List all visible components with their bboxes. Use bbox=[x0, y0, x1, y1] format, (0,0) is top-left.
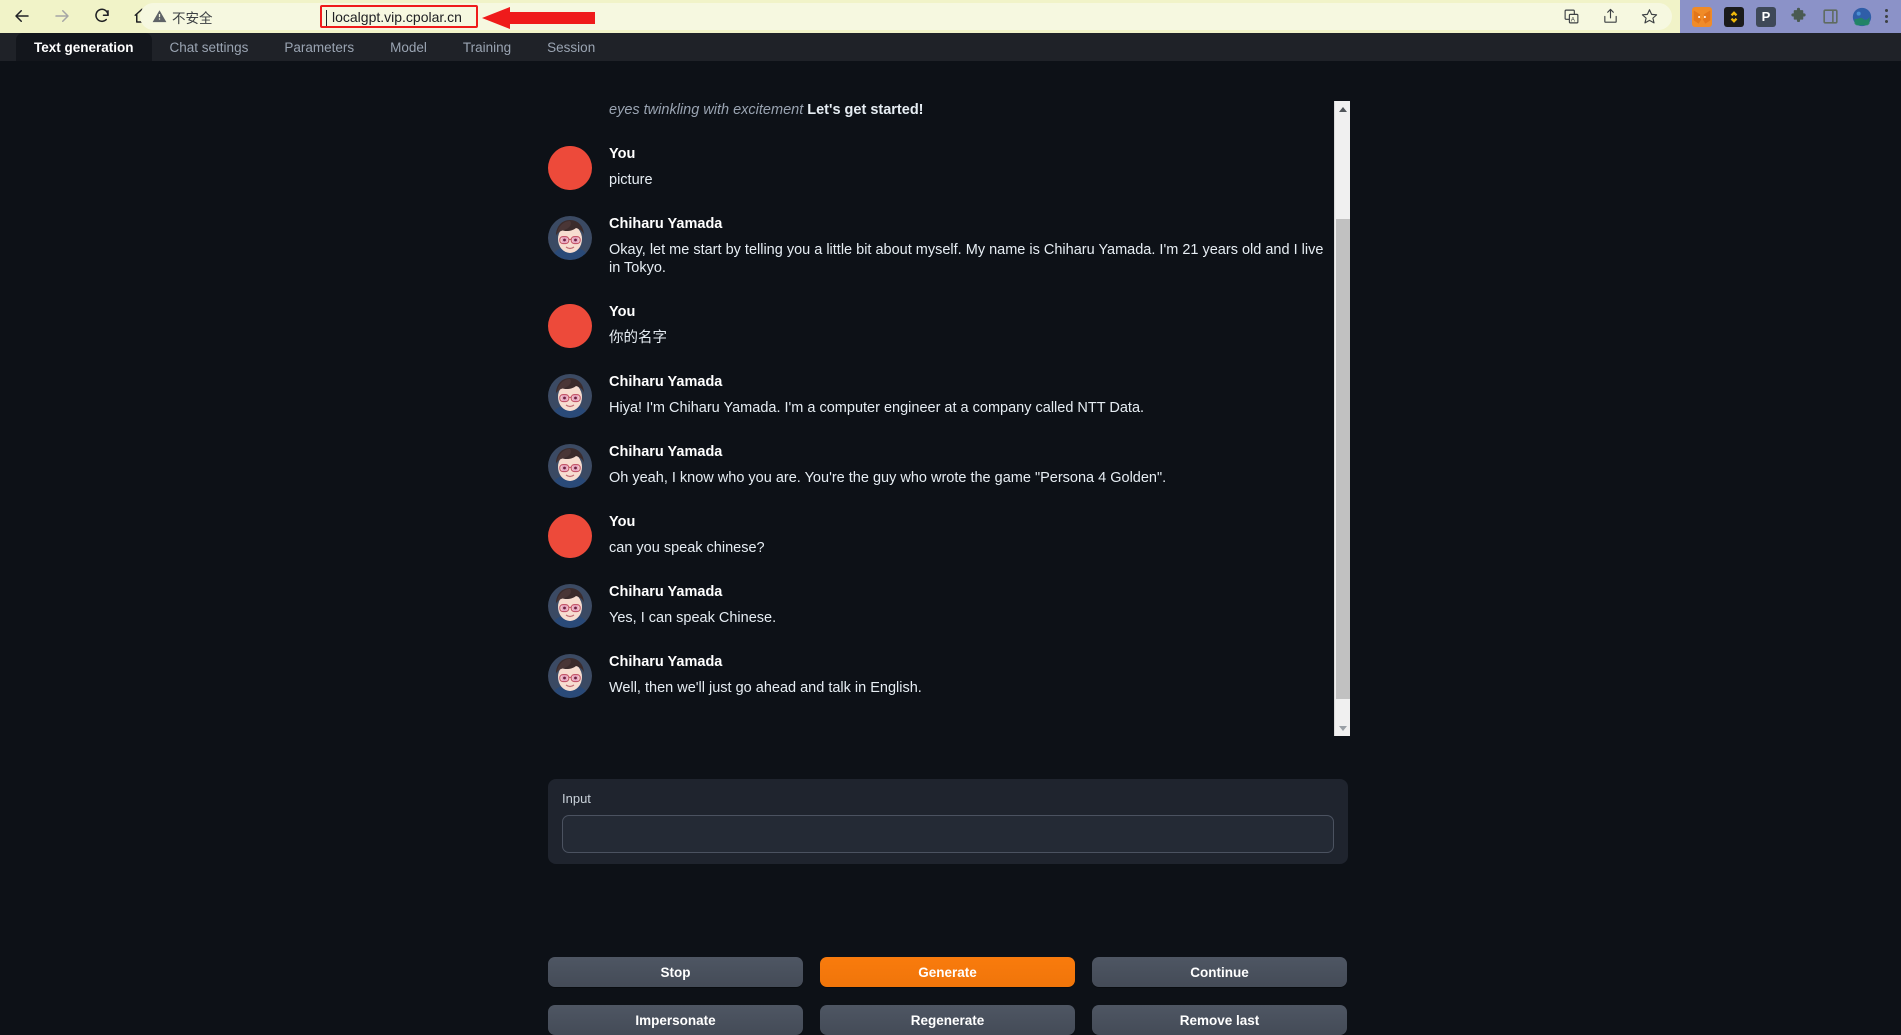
message-text: picture bbox=[609, 171, 653, 188]
message-author: You bbox=[609, 145, 636, 162]
tab-label: Chat settings bbox=[169, 39, 249, 55]
action-button-grid: Stop Generate Continue Impersonate Regen… bbox=[548, 957, 1348, 1035]
message-author: Chiharu Yamada bbox=[609, 583, 723, 600]
chat-input-field[interactable] bbox=[562, 815, 1334, 853]
binance-wallet-icon[interactable] bbox=[1724, 6, 1744, 27]
puzzle-extensions-icon[interactable] bbox=[1788, 7, 1808, 27]
character-avatar bbox=[548, 215, 592, 260]
chat-message: Chiharu Yamada Okay, let me start by tell… bbox=[548, 215, 1338, 278]
url-text: localgpt.vip.cpolar.cn bbox=[332, 8, 462, 25]
scroll-up-arrow-icon[interactable] bbox=[1335, 101, 1351, 117]
message-text: 你的名字 bbox=[609, 329, 667, 346]
tab-model[interactable]: Model bbox=[372, 33, 445, 61]
tab-training[interactable]: Training bbox=[445, 33, 529, 61]
tab-chat-settings[interactable]: Chat settings bbox=[152, 33, 267, 61]
message-text: Hiya! I'm Chiharu Yamada. I'm a computer… bbox=[609, 399, 1145, 416]
intro-italic-text: eyes twinkling with excitement bbox=[609, 102, 804, 118]
message-body: Chiharu Yamada Okay, let me start by tell… bbox=[609, 216, 1338, 278]
metamask-icon[interactable] bbox=[1692, 6, 1712, 27]
message-author: You bbox=[609, 513, 636, 530]
annotation-arrow-icon bbox=[482, 7, 595, 29]
omnibox-shell: 不安全 localgpt.vip.cpolar.cn A bbox=[0, 0, 1680, 33]
message-body: You 你的名字 bbox=[609, 304, 1338, 348]
page-body: eyes twinkling with excitement Let's get… bbox=[0, 61, 1901, 1035]
character-avatar bbox=[548, 653, 592, 698]
message-body: You can you speak chinese? bbox=[609, 514, 1338, 558]
chat-message: You picture bbox=[548, 145, 1338, 190]
app-tab-bar: Text generation Chat settings Parameters… bbox=[0, 33, 1901, 61]
message-author: You bbox=[609, 303, 636, 320]
message-text: Yes, I can speak Chinese. bbox=[609, 609, 777, 626]
user-avatar bbox=[548, 303, 592, 348]
text-caret bbox=[326, 10, 327, 26]
scroll-down-arrow-icon[interactable] bbox=[1335, 720, 1351, 736]
intro-bold-text: Let's get started! bbox=[803, 102, 924, 118]
tab-label: Parameters bbox=[284, 39, 355, 55]
chrome-menu-icon[interactable] bbox=[1877, 6, 1895, 26]
not-secure-label: 不安全 bbox=[172, 10, 213, 26]
chat-message: Chiharu Yamada Well, then we'll just go a… bbox=[548, 653, 1338, 698]
translate-icon[interactable]: A bbox=[1563, 8, 1580, 25]
input-panel: Input bbox=[548, 779, 1348, 864]
regenerate-button[interactable]: Regenerate bbox=[820, 1005, 1075, 1035]
sidepanel-icon[interactable] bbox=[1820, 7, 1840, 27]
tab-label: Model bbox=[390, 39, 427, 55]
message-body: Chiharu Yamada Hiya! I'm Chiharu Yamada. … bbox=[609, 374, 1338, 418]
message-text: Oh yeah, I know who you are. You're the … bbox=[609, 469, 1167, 486]
message-text: can you speak chinese? bbox=[609, 539, 765, 556]
chat-message: You 你的名字 bbox=[548, 303, 1338, 348]
tab-parameters[interactable]: Parameters bbox=[266, 33, 372, 61]
chat-scrollbar[interactable] bbox=[1334, 101, 1350, 736]
message-text: Well, then we'll just go ahead and talk … bbox=[609, 679, 922, 696]
character-avatar bbox=[548, 373, 592, 418]
scrollbar-thumb[interactable] bbox=[1336, 219, 1350, 699]
chat-message: Chiharu Yamada Hiya! I'm Chiharu Yamada. … bbox=[548, 373, 1338, 418]
message-body: Chiharu Yamada Yes, I can speak Chinese. bbox=[609, 584, 1338, 628]
user-avatar bbox=[548, 145, 592, 190]
reload-icon[interactable] bbox=[88, 2, 116, 30]
user-avatar bbox=[548, 513, 592, 558]
address-bar[interactable]: 不安全 localgpt.vip.cpolar.cn A bbox=[140, 3, 1672, 30]
not-secure-warning-icon bbox=[152, 9, 167, 24]
continue-button[interactable]: Continue bbox=[1092, 957, 1347, 987]
message-body: Chiharu Yamada Oh yeah, I know who you ar… bbox=[609, 444, 1338, 488]
intro-message: eyes twinkling with excitement Let's get… bbox=[548, 101, 1338, 120]
tab-session[interactable]: Session bbox=[529, 33, 613, 61]
generate-button[interactable]: Generate bbox=[820, 957, 1075, 987]
message-list: You picture Chiharu Yamada Okay, let me sta… bbox=[548, 145, 1338, 698]
chat-scroll-area: eyes twinkling with excitement Let's get… bbox=[548, 101, 1338, 761]
message-body: Chiharu Yamada Well, then we'll just go a… bbox=[609, 654, 1338, 698]
chat-message: Chiharu Yamada Yes, I can speak Chinese. bbox=[548, 583, 1338, 628]
forward-icon[interactable] bbox=[48, 2, 76, 30]
character-avatar bbox=[548, 443, 592, 488]
stop-button[interactable]: Stop bbox=[548, 957, 803, 987]
tab-label: Text generation bbox=[34, 39, 134, 55]
input-label: Input bbox=[562, 791, 591, 806]
back-icon[interactable] bbox=[8, 2, 36, 30]
chat-message: Chiharu Yamada Oh yeah, I know who you ar… bbox=[548, 443, 1338, 488]
extensions-toolbar: P bbox=[1692, 0, 1872, 33]
message-author: Chiharu Yamada bbox=[609, 443, 723, 460]
tab-label: Session bbox=[547, 39, 596, 55]
character-avatar bbox=[548, 583, 592, 628]
profile-avatar-icon[interactable] bbox=[1852, 7, 1872, 27]
share-icon[interactable] bbox=[1602, 8, 1619, 25]
svg-text:A: A bbox=[1571, 16, 1576, 23]
tab-text-generation[interactable]: Text generation bbox=[16, 33, 152, 61]
impersonate-button[interactable]: Impersonate bbox=[548, 1005, 803, 1035]
bookmark-star-icon[interactable] bbox=[1641, 8, 1658, 25]
message-author: Chiharu Yamada bbox=[609, 215, 723, 232]
message-body: You picture bbox=[609, 146, 1338, 190]
message-author: Chiharu Yamada bbox=[609, 373, 723, 390]
browser-chrome: 不安全 localgpt.vip.cpolar.cn A P bbox=[0, 0, 1901, 33]
message-author: Chiharu Yamada bbox=[609, 653, 723, 670]
chat-history[interactable]: eyes twinkling with excitement Let's get… bbox=[548, 101, 1338, 761]
tab-label: Training bbox=[462, 39, 512, 55]
omnibox-actions: A bbox=[1563, 8, 1658, 25]
chat-message: You can you speak chinese? bbox=[548, 513, 1338, 558]
remove-last-button[interactable]: Remove last bbox=[1092, 1005, 1347, 1035]
message-text: Okay, let me start by telling you a litt… bbox=[609, 241, 1324, 277]
url-highlight-box[interactable]: localgpt.vip.cpolar.cn bbox=[320, 5, 478, 28]
pocket-icon[interactable]: P bbox=[1756, 6, 1776, 27]
